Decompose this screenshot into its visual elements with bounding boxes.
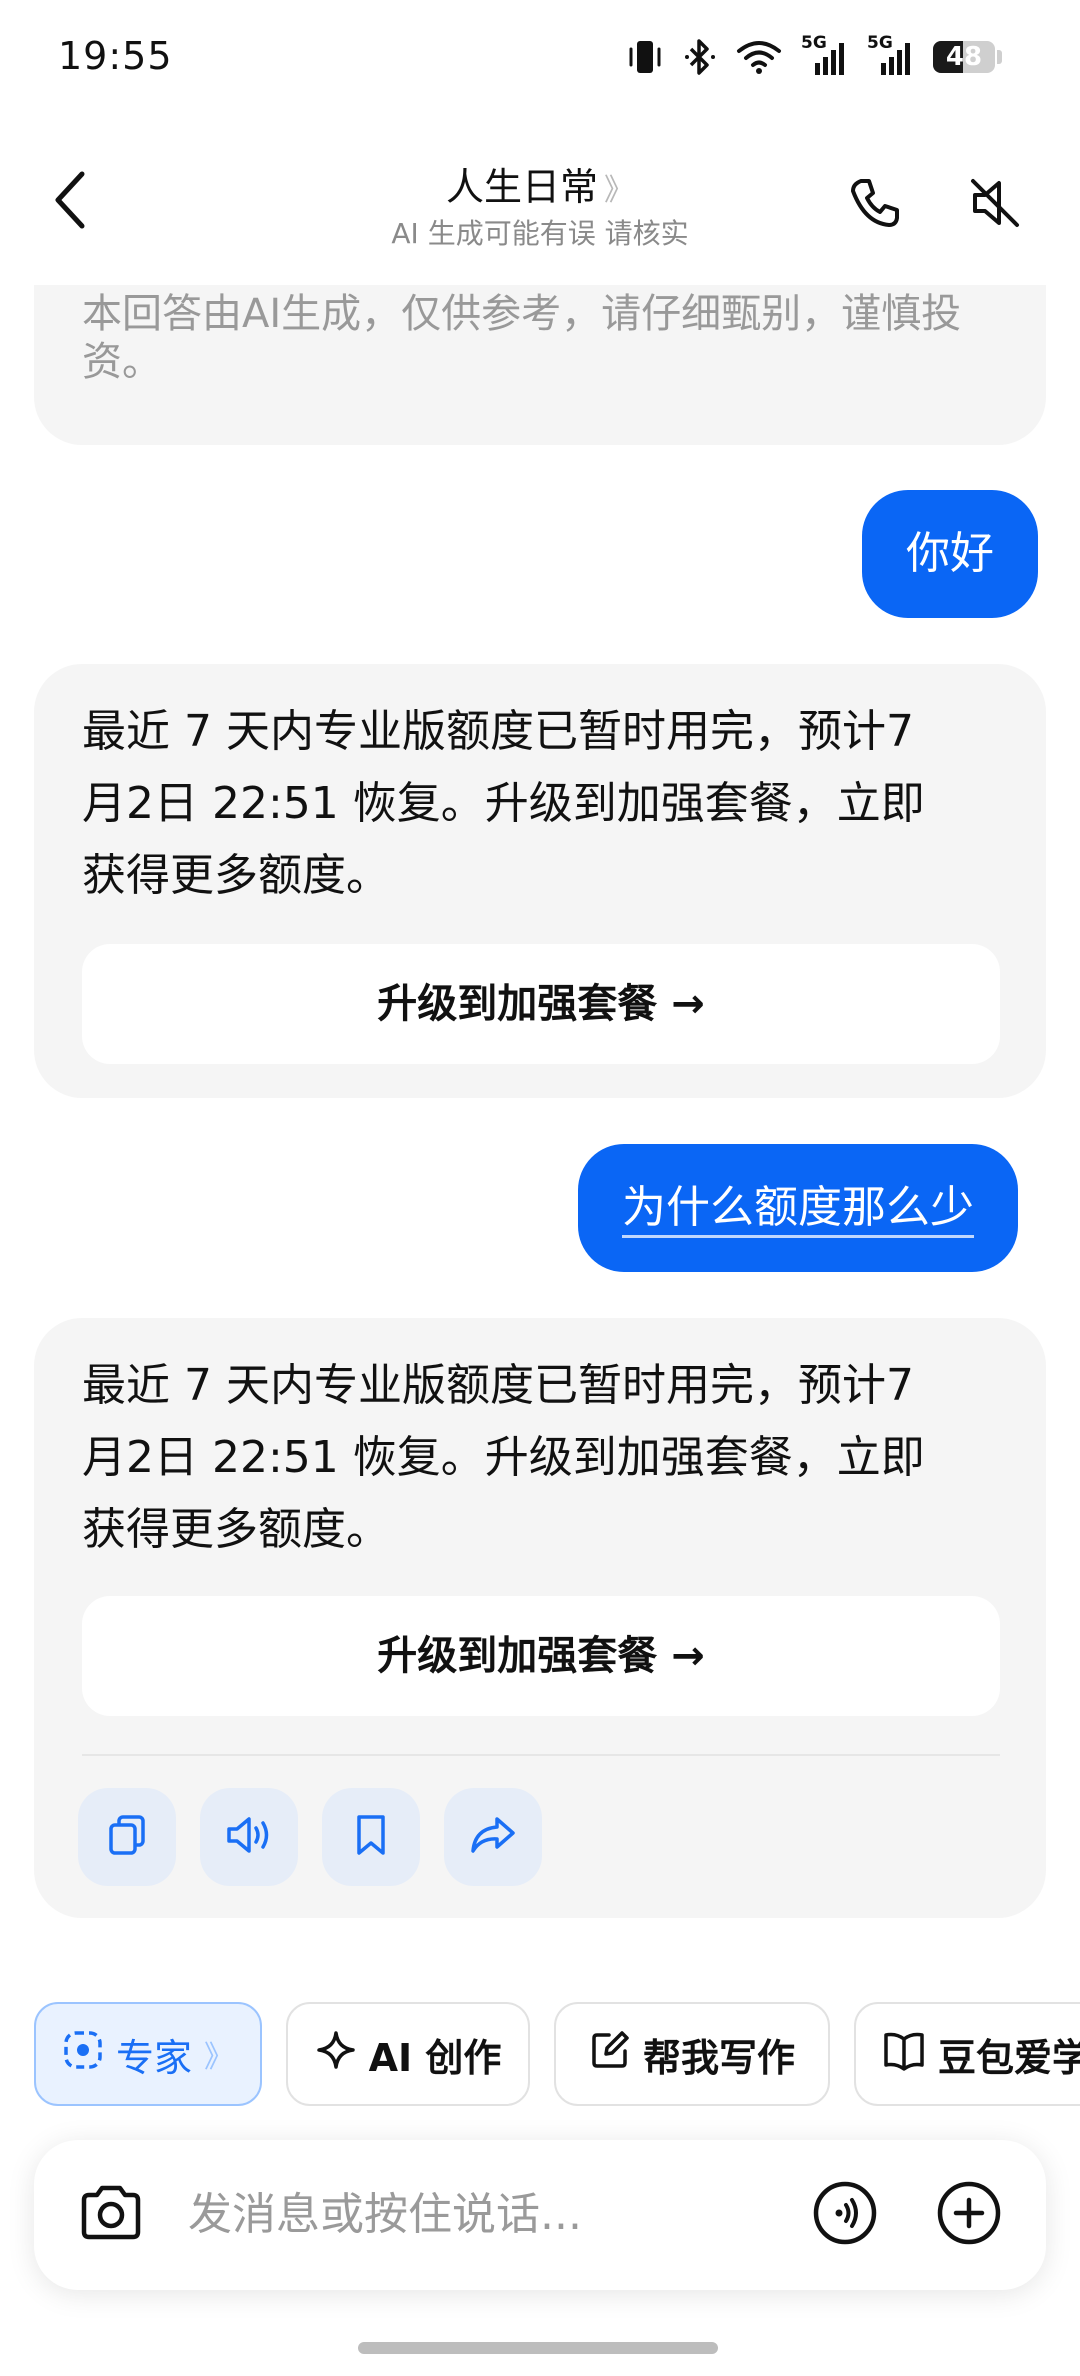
bluetooth-icon [683,37,717,77]
share-button[interactable] [444,1788,542,1886]
wifi-icon [735,37,783,77]
status-icons: 5G 5G 48 [625,33,1002,80]
message-divider [82,1754,1000,1756]
voice-call-icon [812,2180,878,2250]
ai-message-bubble: 最近 7 天内专业版额度已暂时用完，预计7 月2日 22:51 恢复。升级到加强… [34,1318,1046,1918]
ai-message-line: 获得更多额度。 [82,1504,390,1555]
chip-learning[interactable]: 豆包爱学 [854,2002,1080,2106]
upgrade-plan-button[interactable]: 升级到加强套餐 → [82,944,1000,1064]
read-aloud-icon [223,1811,275,1863]
ai-warning-subtitle: AI 生成可能有误 请核实 [391,217,689,250]
home-indicator[interactable] [358,2342,718,2354]
voice-call-mode-button[interactable] [810,2180,880,2250]
user-message-bubble[interactable]: 为什么额度那么少 [578,1144,1018,1272]
signal-5g-icon: 5G [801,33,849,77]
phone-icon [847,175,903,235]
user-message-bubble[interactable]: 你好 [862,490,1038,618]
chip-writing[interactable]: 帮我写作 [554,2002,830,2106]
edit-icon [589,2029,631,2080]
camera-button[interactable] [76,2180,146,2250]
ai-message-line: 月2日 22:51 恢复。升级到加强套餐，立即 [82,778,925,829]
chip-label: 豆包爱学 [938,2035,1080,2080]
plus-icon [936,2180,1002,2250]
user-message-text: 为什么额度那么少 [622,1182,974,1238]
ai-message-line: 最近 7 天内专业版额度已暂时用完，预计7 [82,706,914,757]
status-time: 19:55 [58,34,173,78]
upgrade-plan-button[interactable]: 升级到加强套餐 → [82,1596,1000,1716]
chat-screen: 19:55 5G 5G 48 人生日常 》 AI 生成可能有误 请核实 本回答由… [0,0,1080,2376]
chevron-right-icon: 》 [204,2040,234,2075]
bookmark-button[interactable] [322,1788,420,1886]
battery-level: 48 [945,42,983,72]
ai-disclaimer: 本回答由AI生成，仅供参考，请仔细甄别，谨慎投资。 [82,291,962,385]
ai-message-line: 最近 7 天内专业版额度已暂时用完，预计7 [82,1360,914,1411]
more-options-button[interactable] [934,2180,1004,2250]
battery-cap [997,50,1002,64]
user-message-text: 你好 [906,528,994,579]
ai-message-text: 最近 7 天内专业版额度已暂时用完，预计7 月2日 22:51 恢复。升级到加强… [82,1350,1000,1566]
camera-icon [78,2184,144,2246]
chip-label: AI 创作 [368,2035,502,2080]
ai-message-line: 获得更多额度。 [82,850,390,901]
mute-voice-button[interactable] [960,170,1030,240]
chip-expert[interactable]: 专家 》 [34,2002,262,2106]
status-bar: 19:55 5G 5G 48 [0,0,1080,120]
ai-message-bubble: 最近 7 天内专业版额度已暂时用完，预计7 月2日 22:51 恢复。升级到加强… [34,664,1046,1098]
battery-icon: 48 [933,41,995,73]
chat-header: 人生日常》 AI 生成可能有误 请核实 [0,120,1080,285]
message-input[interactable]: 发消息或按住说话... [188,2140,582,2290]
read-aloud-button[interactable] [200,1788,298,1886]
signal-5g-icon: 5G [867,33,915,77]
ai-message-line: 月2日 22:51 恢复。升级到加强套餐，立即 [82,1432,925,1483]
message-input-bar: 发消息或按住说话... [34,2140,1046,2290]
chip-label: 专家 [115,2035,192,2080]
share-icon [467,1811,519,1863]
ai-message-text: 最近 7 天内专业版额度已暂时用完，预计7 月2日 22:51 恢复。升级到加强… [82,696,1000,912]
chip-ai-creation[interactable]: AI 创作 [286,2002,530,2106]
chip-label: 帮我写作 [642,2035,795,2080]
voice-call-button[interactable] [840,170,910,240]
title-chevron-icon: 》 [604,173,634,208]
copy-button[interactable] [78,1788,176,1886]
vibrate-icon [625,37,665,77]
sparkle-icon [315,2029,357,2080]
expert-icon [62,2029,104,2080]
speaker-muted-icon [967,175,1023,235]
copy-icon [103,1811,151,1863]
chat-title-text: 人生日常 [445,165,598,209]
chat-title[interactable]: 人生日常》 [0,156,1080,211]
bookmark-icon [347,1811,395,1863]
book-icon [882,2029,926,2080]
